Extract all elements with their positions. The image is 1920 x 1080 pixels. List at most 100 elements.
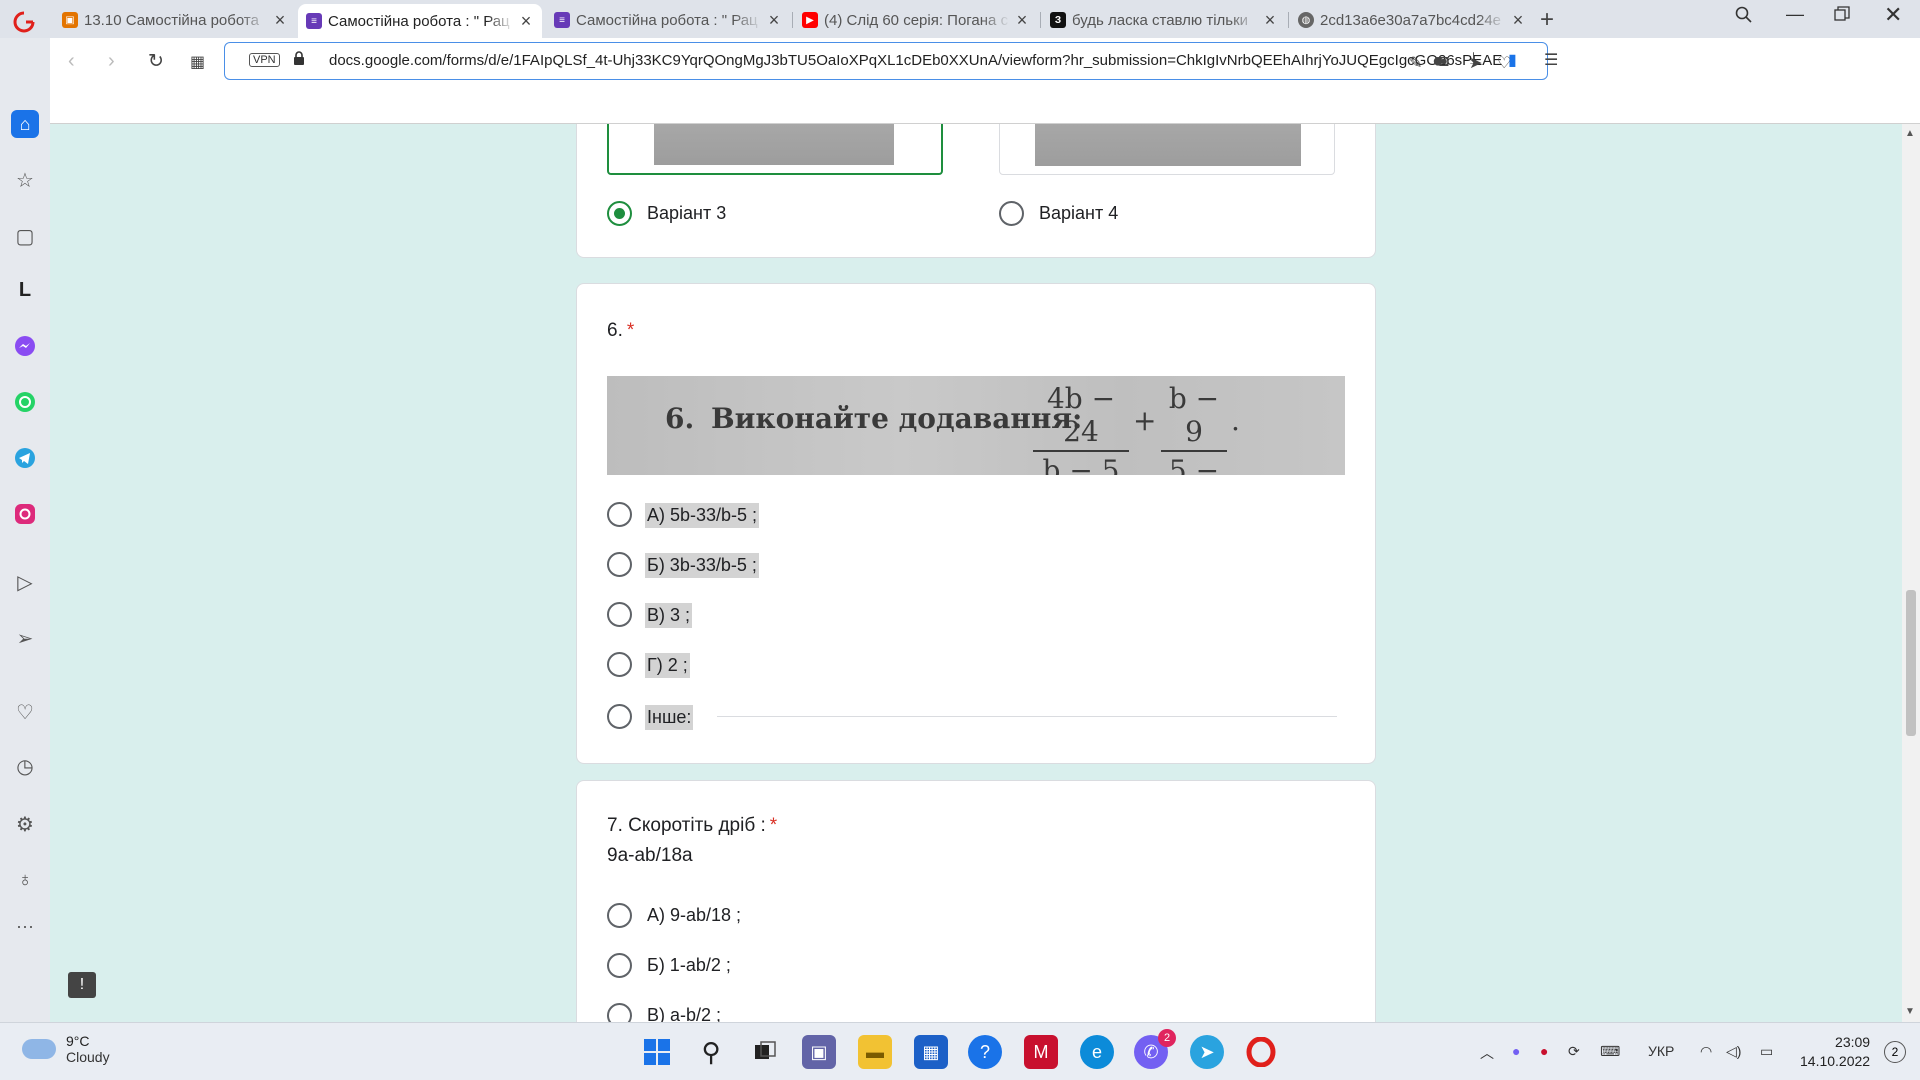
radio-option-v[interactable]: [607, 602, 632, 627]
image-instruction: Виконайте додавання:: [711, 402, 1083, 435]
znanija-favicon-icon: З: [1050, 12, 1066, 28]
task-view-icon[interactable]: [748, 1035, 782, 1069]
back-arrow-icon[interactable]: ‹: [68, 50, 75, 73]
file-explorer-icon[interactable]: ▬: [858, 1035, 892, 1069]
page-scrollbar[interactable]: ▲ ▼: [1902, 124, 1920, 1022]
close-window-button[interactable]: ✕: [1884, 2, 1902, 28]
battery-saver-icon[interactable]: ▮: [1508, 50, 1517, 70]
notification-center-badge[interactable]: 2: [1884, 1041, 1906, 1063]
sync-tray-icon[interactable]: ⟳: [1568, 1043, 1580, 1060]
close-tab-icon[interactable]: ×: [272, 10, 288, 31]
volume-icon[interactable]: ◁): [1726, 1043, 1741, 1060]
restore-window-button[interactable]: [1834, 6, 1850, 27]
tab-5[interactable]: З будь ласка ставлю тільки ×: [1042, 4, 1286, 36]
battery-icon[interactable]: ▭: [1760, 1043, 1773, 1060]
option-image-4-content: [1035, 124, 1301, 166]
settings-icon[interactable]: ⚙: [11, 810, 39, 838]
close-tab-icon[interactable]: ×: [1014, 10, 1030, 31]
forward-arrow-icon[interactable]: ›: [108, 50, 115, 73]
search-icon[interactable]: ⚲: [694, 1035, 728, 1069]
tab-4[interactable]: ▶ (4) Слід 60 серія: Погана с ×: [794, 4, 1038, 36]
radio-option-v[interactable]: [607, 1003, 632, 1022]
opera-logo-icon[interactable]: [10, 8, 38, 36]
send-icon[interactable]: ➢: [11, 624, 39, 652]
vpn-badge[interactable]: VPN: [249, 53, 280, 67]
question-text: 7. Скоротіть дріб :: [607, 815, 766, 836]
scrollbar-thumb[interactable]: [1906, 590, 1916, 736]
url-text[interactable]: docs.google.com/forms/d/e/1FAIpQLSf_4t-U…: [329, 52, 1502, 69]
radio-option-4[interactable]: [999, 201, 1024, 226]
globe-favicon-icon: ◍: [1298, 12, 1314, 28]
cloud-icon: [22, 1039, 56, 1059]
radio-option-g[interactable]: [607, 652, 632, 677]
microsoft-store-icon[interactable]: ▦: [914, 1035, 948, 1069]
weather-temperature: 9°C: [66, 1033, 90, 1049]
easy-setup-icon[interactable]: ☰: [1544, 50, 1558, 70]
lightbulb-icon[interactable]: ♁: [11, 866, 39, 894]
viber-tray-icon[interactable]: ●: [1512, 1043, 1520, 1059]
system-clock[interactable]: 23:09 14.10.2022: [1800, 1033, 1870, 1071]
radio-option-b[interactable]: [607, 953, 632, 978]
language-indicator[interactable]: УКР: [1648, 1043, 1674, 1059]
player-icon[interactable]: ▷: [11, 568, 39, 596]
tab-3[interactable]: ≡ Самостійна робота : " Рац ×: [546, 4, 790, 36]
radio-option-a[interactable]: [607, 903, 632, 928]
whatsapp-icon[interactable]: [11, 388, 39, 416]
edit-icon[interactable]: ✎: [1409, 53, 1422, 73]
viber-icon[interactable]: ✆ 2: [1134, 1029, 1176, 1069]
show-hidden-icons-chevron-icon[interactable]: ︿: [1480, 1043, 1494, 1063]
google-forms-favicon-icon: ≡: [554, 12, 570, 28]
scroll-down-arrow-icon[interactable]: ▼: [1905, 1006, 1915, 1017]
radio-option-b[interactable]: [607, 552, 632, 577]
tab-1[interactable]: ▣ 13.10 Самостійна робота ×: [54, 4, 296, 36]
shopping-icon[interactable]: ▢: [11, 222, 39, 250]
close-tab-icon[interactable]: ×: [766, 10, 782, 31]
radio-option-other[interactable]: [607, 704, 632, 729]
weather-widget[interactable]: 9°C Cloudy: [22, 1033, 110, 1065]
mcafee-icon[interactable]: M: [1024, 1035, 1058, 1069]
wifi-icon[interactable]: ◠: [1700, 1043, 1712, 1060]
telegram-icon[interactable]: ➤: [1190, 1035, 1224, 1069]
image-fraction-1: 4b − 24 b − 5: [1033, 382, 1129, 475]
reload-icon[interactable]: ↻: [148, 50, 164, 73]
close-tab-icon[interactable]: ×: [1510, 10, 1526, 31]
keyboard-icon[interactable]: ⌨: [1600, 1043, 1620, 1060]
lock-icon[interactable]: [293, 51, 305, 68]
radio-option-a[interactable]: [607, 502, 632, 527]
image-plus: +: [1133, 404, 1157, 437]
option-image-4[interactable]: [999, 124, 1335, 175]
option-image-3[interactable]: [607, 124, 943, 175]
tab-6[interactable]: ◍ 2cd13a6e30a7a7bc4cd24e ×: [1290, 4, 1534, 36]
tab-grid-icon[interactable]: ▦: [190, 52, 205, 72]
start-menu-icon[interactable]: [640, 1035, 674, 1069]
history-icon[interactable]: ◷: [11, 752, 39, 780]
address-bar[interactable]: VPN docs.google.com/forms/d/e/1FAIpQLSf_…: [224, 42, 1548, 80]
bookmarks-icon[interactable]: ☆: [11, 166, 39, 194]
mcafee-tray-icon[interactable]: ●: [1540, 1043, 1548, 1059]
teams-chat-icon[interactable]: ▣: [802, 1035, 836, 1069]
new-tab-button[interactable]: +: [1540, 6, 1554, 34]
profile-icon[interactable]: ●: [1432, 50, 1444, 73]
other-answer-input[interactable]: [717, 716, 1337, 717]
tab-separator: [1288, 12, 1289, 28]
edge-icon[interactable]: e: [1080, 1035, 1114, 1069]
scroll-up-arrow-icon[interactable]: ▲: [1905, 128, 1915, 139]
more-icon[interactable]: ···: [11, 912, 39, 940]
messenger-icon[interactable]: [11, 332, 39, 360]
close-tab-icon[interactable]: ×: [1262, 10, 1278, 31]
tab-title: (4) Слід 60 серія: Погана с: [824, 11, 1009, 29]
download-icon[interactable]: ⤓: [1470, 50, 1477, 68]
instagram-icon[interactable]: [11, 500, 39, 528]
feedback-icon[interactable]: !: [68, 972, 96, 998]
heart-icon[interactable]: ♡: [11, 698, 39, 726]
ln-icon[interactable]: L: [11, 276, 39, 304]
close-tab-icon[interactable]: ×: [518, 11, 534, 32]
telegram-icon[interactable]: [11, 444, 39, 472]
radio-option-3[interactable]: [607, 201, 632, 226]
tab-2-active[interactable]: ≡ Самостійна робота : " Рац ×: [298, 4, 542, 38]
search-tabs-icon[interactable]: [1735, 6, 1753, 29]
home-icon[interactable]: ⌂: [11, 110, 39, 138]
minimize-window-button[interactable]: —: [1786, 4, 1804, 25]
opera-icon[interactable]: [1244, 1035, 1278, 1069]
help-icon[interactable]: ?: [968, 1035, 1002, 1069]
